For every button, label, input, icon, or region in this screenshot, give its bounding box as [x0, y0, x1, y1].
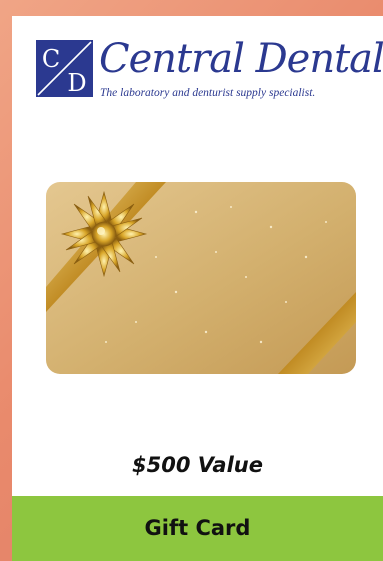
- logo-letter-d: D: [67, 69, 86, 97]
- gift-card-value: $500 Value: [132, 453, 263, 477]
- logo-letter-c: C: [42, 45, 60, 73]
- brand-name: Central Dental: [99, 36, 383, 82]
- gift-card-label: Gift Card: [144, 516, 251, 540]
- central-dental-logo: C D Central Dental The laboratory and de…: [36, 36, 383, 110]
- gift-card-image[interactable]: [46, 182, 356, 374]
- cd-monogram-icon: C D: [36, 40, 93, 97]
- brand-tagline: The laboratory and denturist supply spec…: [100, 87, 316, 99]
- product-card[interactable]: C D Central Dental The laboratory and de…: [12, 16, 383, 561]
- gift-card-label-band: Gift Card: [12, 496, 383, 561]
